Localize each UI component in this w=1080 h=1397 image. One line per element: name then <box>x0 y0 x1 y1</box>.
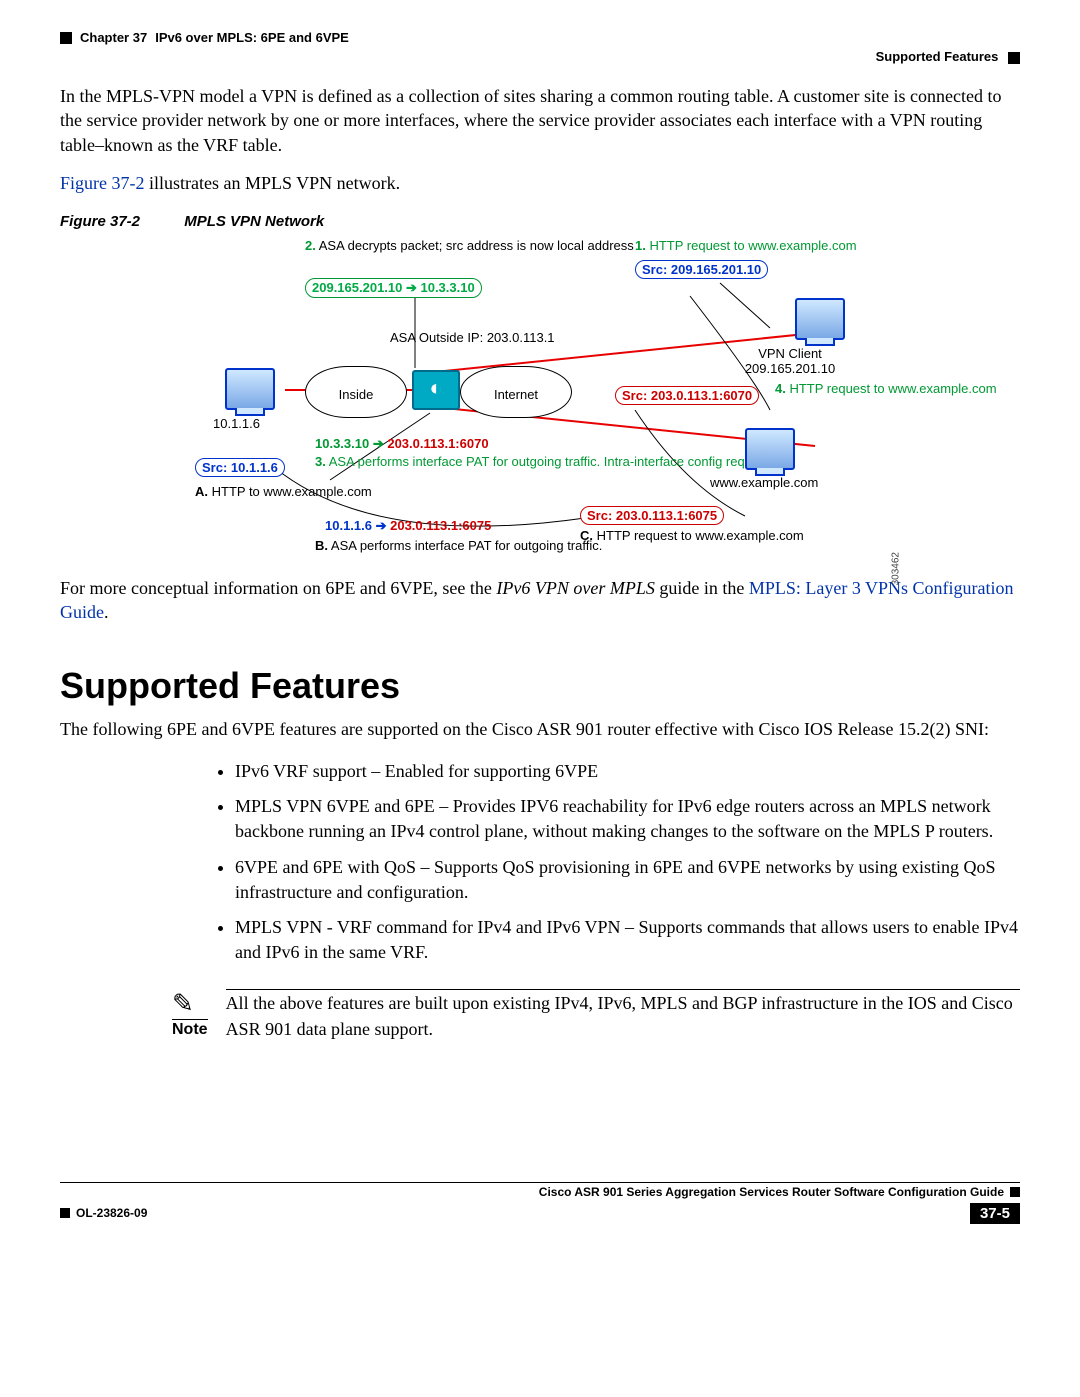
noteB-text: ASA performs interface PAT for outgoing … <box>331 538 602 553</box>
footer-doc-number: OL-23826-09 <box>76 1206 147 1220</box>
asa-outside-ip: ASA Outside IP: 203.0.113.1 <box>390 330 555 345</box>
footer-page-number: 37-5 <box>970 1203 1020 1224</box>
page-header: Chapter 37 IPv6 over MPLS: 6PE and 6VPE … <box>60 30 1020 64</box>
www-example-device-icon <box>745 428 795 470</box>
footer-square-icon-1 <box>1010 1187 1020 1197</box>
post-figure-paragraph: For more conceptual information on 6PE a… <box>60 576 1020 625</box>
feature-item-2: MPLS VPN 6VPE and 6PE – Provides IPV6 re… <box>235 794 1020 844</box>
chapter-title: IPv6 over MPLS: 6PE and 6VPE <box>155 30 349 45</box>
chapter-label: Chapter 37 <box>80 30 147 45</box>
nat-line-6070: 10.3.3.10 ➔ 203.0.113.1:6070 <box>315 436 489 452</box>
footer-book-title: Cisco ASR 901 Series Aggregation Service… <box>60 1185 1004 1199</box>
cloud-inside-label: Inside <box>339 387 374 402</box>
note-label: Note <box>172 1019 208 1039</box>
intro-paragraph-2: Figure 37-2 illustrates an MPLS VPN netw… <box>60 171 1020 195</box>
note2-num: 2. <box>305 238 316 253</box>
afterfig-a: For more conceptual information on 6PE a… <box>60 578 496 598</box>
vpn-client-device-icon <box>795 298 845 340</box>
nat-line-6075: 10.1.1.6 ➔ 203.0.113.1:6075 <box>325 518 491 534</box>
vpn-client-label: VPN Client 209.165.201.10 <box>710 346 870 376</box>
noteA-num: A. <box>195 484 208 499</box>
note-text: All the above features are built upon ex… <box>226 989 1020 1041</box>
note4-text: HTTP request to www.example.com <box>789 381 996 396</box>
header-line2: Supported Features <box>60 49 1020 64</box>
noteA-text: HTTP to www.example.com <box>212 484 372 499</box>
feature-item-1: IPv6 VRF support – Enabled for supportin… <box>235 759 1020 784</box>
page-footer: Cisco ASR 901 Series Aggregation Service… <box>60 1182 1020 1224</box>
asa-device-icon: ◐ <box>412 370 460 410</box>
src-pill-10116: Src: 10.1.1.6 <box>195 458 285 477</box>
diagram-note-3: 3. ASA performs interface PAT for outgoi… <box>315 454 625 469</box>
note3-text: ASA performs interface PAT for outgoing … <box>329 454 758 469</box>
diagram-note-1: 1. HTTP request to www.example.com <box>635 238 857 253</box>
footer-square-icon-2 <box>60 1208 70 1218</box>
nat-line-6075-b: 203.0.113.1:6075 <box>390 518 491 533</box>
features-intro: The following 6PE and 6VPE features are … <box>60 717 1020 741</box>
header-subtitle: Supported Features <box>876 49 999 64</box>
nat-line-6070-b: 203.0.113.1:6070 <box>387 436 488 451</box>
src-pill-6075: Src: 203.0.113.1:6075 <box>580 506 724 525</box>
afterfig-italic: IPv6 VPN over MPLS <box>496 578 654 598</box>
src-pill-6070: Src: 203.0.113.1:6070 <box>615 386 759 405</box>
afterfig-c: . <box>104 602 109 622</box>
figure-reference-link[interactable]: Figure 37-2 <box>60 173 145 193</box>
note4-num: 4. <box>775 381 786 396</box>
note-pencil-icon: ✎ <box>172 989 208 1019</box>
intro-paragraph-1: In the MPLS-VPN model a VPN is defined a… <box>60 84 1020 157</box>
vpn-client-ip: 209.165.201.10 <box>745 361 835 376</box>
inside-host-device-icon <box>225 368 275 410</box>
cloud-internet: Internet <box>460 366 572 418</box>
figure-title: MPLS VPN Network <box>184 213 324 230</box>
cloud-inside: Inside <box>305 366 407 418</box>
diagram-note-4: 4. HTTP request to www.example.com <box>775 381 905 396</box>
noteC-text: HTTP request to www.example.com <box>597 528 804 543</box>
diagram-note-B: B. ASA performs interface PAT for outgoi… <box>315 538 555 553</box>
diagram-note-A: A. HTTP to www.example.com <box>195 484 345 499</box>
mpls-vpn-network-diagram: 2. ASA decrypts packet; src address is n… <box>215 238 895 568</box>
vpn-client-text: VPN Client <box>758 346 822 361</box>
feature-item-3: 6VPE and 6PE with QoS – Supports QoS pro… <box>235 855 1020 905</box>
header-bar-icon-2 <box>1008 52 1020 64</box>
header-line1: Chapter 37 IPv6 over MPLS: 6PE and 6VPE <box>60 30 1020 45</box>
header-bar-icon <box>60 32 72 44</box>
note1-text: HTTP request to www.example.com <box>649 238 856 253</box>
figure-label: Figure 37-2 <box>60 213 140 230</box>
supported-features-heading: Supported Features <box>60 665 1020 707</box>
diagram-note-C: C. HTTP request to www.example.com <box>580 528 804 543</box>
note3-num: 3. <box>315 454 326 469</box>
note2-text: ASA decrypts packet; src address is now … <box>319 238 634 253</box>
figure-image-id: 303462 <box>890 552 901 585</box>
www-example-label: www.example.com <box>710 475 818 490</box>
noteB-num: B. <box>315 538 328 553</box>
intro-p2-tail: illustrates an MPLS VPN network. <box>145 173 401 193</box>
nat-line-6070-a: 10.3.3.10 ➔ <box>315 436 387 451</box>
inside-host-ip: 10.1.1.6 <box>213 416 260 431</box>
features-list: IPv6 VRF support – Enabled for supportin… <box>215 759 1020 965</box>
figure-caption: Figure 37-2 MPLS VPN Network <box>60 213 1020 230</box>
diagram-note-2: 2. ASA decrypts packet; src address is n… <box>305 238 565 253</box>
note1-num: 1. <box>635 238 646 253</box>
src-pill-209: Src: 209.165.201.10 <box>635 260 768 279</box>
feature-item-4: MPLS VPN - VRF command for IPv4 and IPv6… <box>235 915 1020 965</box>
cloud-internet-label: Internet <box>494 387 538 402</box>
nat-line-6075-a: 10.1.1.6 ➔ <box>325 518 390 533</box>
afterfig-b: guide in the <box>655 578 749 598</box>
note-block: ✎ Note All the above features are built … <box>172 989 1020 1041</box>
nat-pill-top: 209.165.201.10 ➔ 10.3.3.10 <box>305 278 482 298</box>
